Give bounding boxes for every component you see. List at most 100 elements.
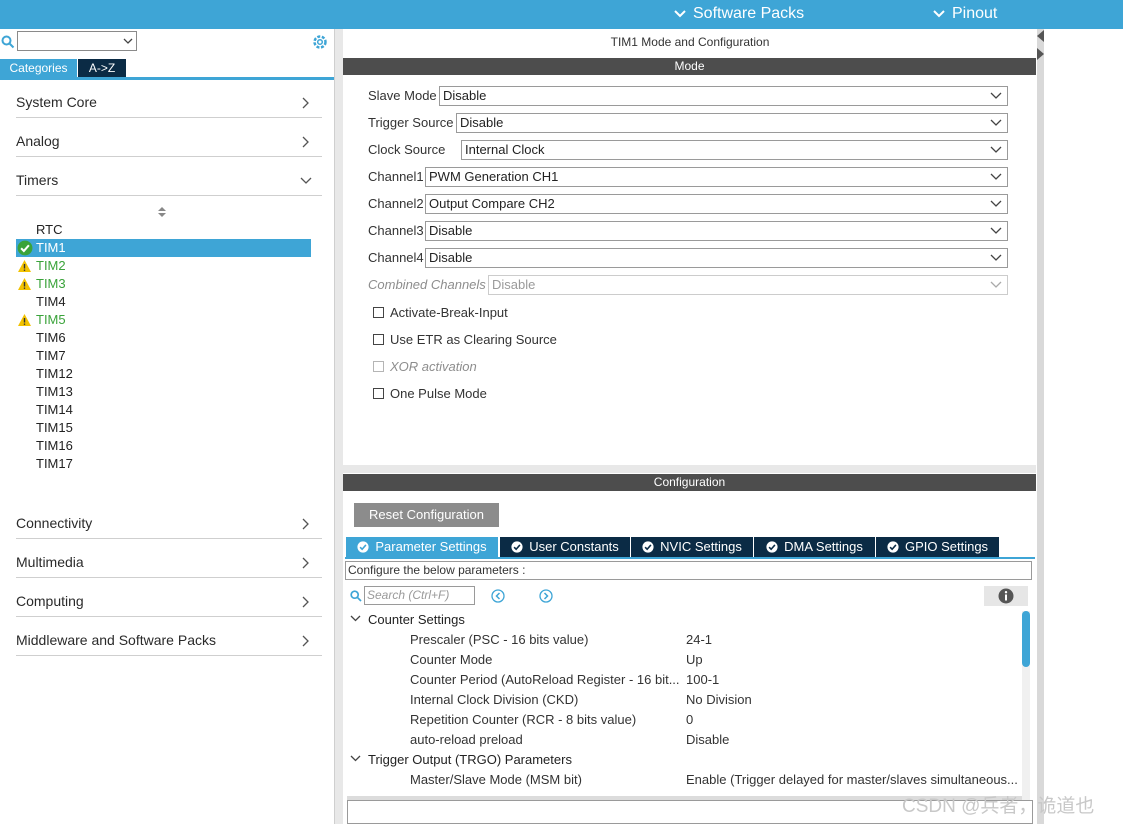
mode-label: Slave Mode [368, 88, 437, 103]
checkbox-activate-break-input[interactable] [373, 307, 384, 318]
pinout-menu[interactable]: Pinout [932, 5, 997, 23]
param-group-title: Counter Settings [368, 612, 465, 627]
search-combobox[interactable] [17, 31, 137, 51]
timer-item-tim17[interactable]: TIM17 [16, 455, 311, 473]
checkbox-use-etr-as-clearing-source[interactable] [373, 334, 384, 345]
mode-dropdown-combined-channels: Disable [488, 275, 1008, 295]
chevron-down-icon [990, 227, 1002, 234]
info-button[interactable] [984, 586, 1028, 606]
check-circle-icon [642, 541, 654, 553]
category-label: Connectivity [16, 515, 93, 531]
software-packs-menu[interactable]: Software Packs [673, 5, 804, 23]
timer-item-tim3[interactable]: TIM3 [16, 275, 311, 293]
param-value[interactable]: Enable (Trigger delayed for master/slave… [686, 772, 1018, 787]
chevron-right-icon [302, 136, 309, 148]
timer-item-tim14[interactable]: TIM14 [16, 401, 311, 419]
param-value[interactable]: Up [686, 652, 703, 667]
category-system-core[interactable]: System Core [16, 80, 322, 118]
timer-item-tim6[interactable]: TIM6 [16, 329, 311, 347]
param-value[interactable]: No Division [686, 692, 752, 707]
mode-dropdown-clock-source[interactable]: Internal Clock [461, 140, 1008, 160]
category-connectivity[interactable]: Connectivity [16, 501, 322, 539]
timer-item-tim16[interactable]: TIM16 [16, 437, 311, 455]
category-computing[interactable]: Computing [16, 579, 322, 617]
tab-dma-settings[interactable]: DMA Settings [754, 537, 875, 557]
info-icon [998, 588, 1014, 604]
parameter-search-input[interactable]: Search (Ctrl+F) [364, 586, 475, 605]
configuration-header: Configuration [343, 474, 1036, 491]
mode-dropdown-channel1[interactable]: PWM Generation CH1 [425, 167, 1008, 187]
timer-name: TIM1 [36, 240, 66, 255]
chevron-down-icon [933, 10, 945, 18]
chevron-right-icon [302, 635, 309, 647]
timer-name: TIM6 [36, 330, 66, 345]
param-name: Master/Slave Mode (MSM bit) [410, 772, 582, 787]
checkbox-xor-activation [373, 361, 384, 372]
mode-header: Mode [343, 58, 1036, 75]
tab-parameter-settings[interactable]: Parameter Settings [346, 537, 498, 557]
timer-item-tim2[interactable]: TIM2 [16, 257, 311, 275]
gear-icon[interactable] [311, 33, 329, 51]
search-icon[interactable] [1, 35, 15, 49]
chevron-right-icon [302, 557, 309, 569]
chevron-down-icon [350, 615, 361, 622]
timer-item-tim4[interactable]: TIM4 [16, 293, 311, 311]
timer-item-tim13[interactable]: TIM13 [16, 383, 311, 401]
vertical-scroll-thumb[interactable] [1022, 611, 1030, 667]
next-result-icon[interactable] [539, 589, 553, 603]
category-label: Computing [16, 593, 84, 609]
chevron-right-icon [302, 97, 309, 109]
mode-dropdown-channel3[interactable]: Disable [425, 221, 1008, 241]
mode-label: Combined Channels [368, 277, 486, 292]
timer-name: TIM4 [36, 294, 66, 309]
reset-configuration-button[interactable]: Reset Configuration [354, 503, 499, 527]
section-divider[interactable] [343, 465, 1036, 473]
category-timers[interactable]: Timers [16, 158, 322, 196]
timer-name: TIM14 [36, 402, 73, 417]
chevron-down-icon [990, 173, 1002, 180]
timer-item-rtc[interactable]: RTC [16, 221, 311, 239]
param-group-header[interactable]: Trigger Output (TRGO) Parameters [350, 752, 572, 767]
category-middleware[interactable]: Middleware and Software Packs [16, 618, 322, 656]
tab-nvic-settings[interactable]: NVIC Settings [631, 537, 753, 557]
param-name: Counter Mode [410, 652, 493, 667]
expand-arrow-icon[interactable] [1037, 48, 1044, 60]
param-value[interactable]: 0 [686, 712, 693, 727]
chevron-down-icon [674, 10, 686, 18]
tab-user-constants[interactable]: User Constants [500, 537, 630, 557]
collapse-arrow-icon[interactable] [1037, 30, 1044, 42]
tab-gpio-settings[interactable]: GPIO Settings [876, 537, 999, 557]
warning-icon [18, 314, 31, 326]
param-value[interactable]: Disable [686, 732, 729, 747]
param-value[interactable]: 24-1 [686, 632, 712, 647]
tab-label: GPIO Settings [904, 539, 989, 554]
checkbox-one-pulse-mode[interactable] [373, 388, 384, 399]
chevron-right-icon [302, 596, 309, 608]
timer-item-tim7[interactable]: TIM7 [16, 347, 311, 365]
category-multimedia[interactable]: Multimedia [16, 540, 322, 578]
timer-item-tim5[interactable]: TIM5 [16, 311, 311, 329]
param-group-header[interactable]: Counter Settings [350, 612, 465, 627]
timer-item-tim12[interactable]: TIM12 [16, 365, 311, 383]
mode-dropdown-trigger-source[interactable]: Disable [456, 113, 1008, 133]
category-analog[interactable]: Analog [16, 119, 322, 157]
dropdown-value: PWM Generation CH1 [429, 169, 559, 184]
tab-a-to-z[interactable]: A->Z [78, 59, 126, 77]
timer-item-tim15[interactable]: TIM15 [16, 419, 311, 437]
mode-label: Channel3 [368, 223, 424, 238]
watermark: CSDN @兵者，诡道也 [902, 796, 1095, 817]
tab-categories[interactable]: Categories [0, 59, 77, 77]
param-value[interactable]: 100-1 [686, 672, 719, 687]
chevron-down-icon [990, 254, 1002, 261]
sort-icon[interactable] [157, 206, 167, 218]
timer-name: TIM7 [36, 348, 66, 363]
mode-dropdown-channel2[interactable]: Output Compare CH2 [425, 194, 1008, 214]
search-icon[interactable] [350, 590, 362, 602]
param-name: auto-reload preload [410, 732, 523, 747]
previous-result-icon[interactable] [491, 589, 505, 603]
mode-dropdown-slave-mode[interactable]: Disable [439, 86, 1008, 106]
panel-splitter[interactable] [334, 29, 343, 824]
mode-dropdown-channel4[interactable]: Disable [425, 248, 1008, 268]
timer-item-tim1[interactable]: TIM1 [16, 239, 311, 257]
dropdown-value: Disable [460, 115, 504, 130]
